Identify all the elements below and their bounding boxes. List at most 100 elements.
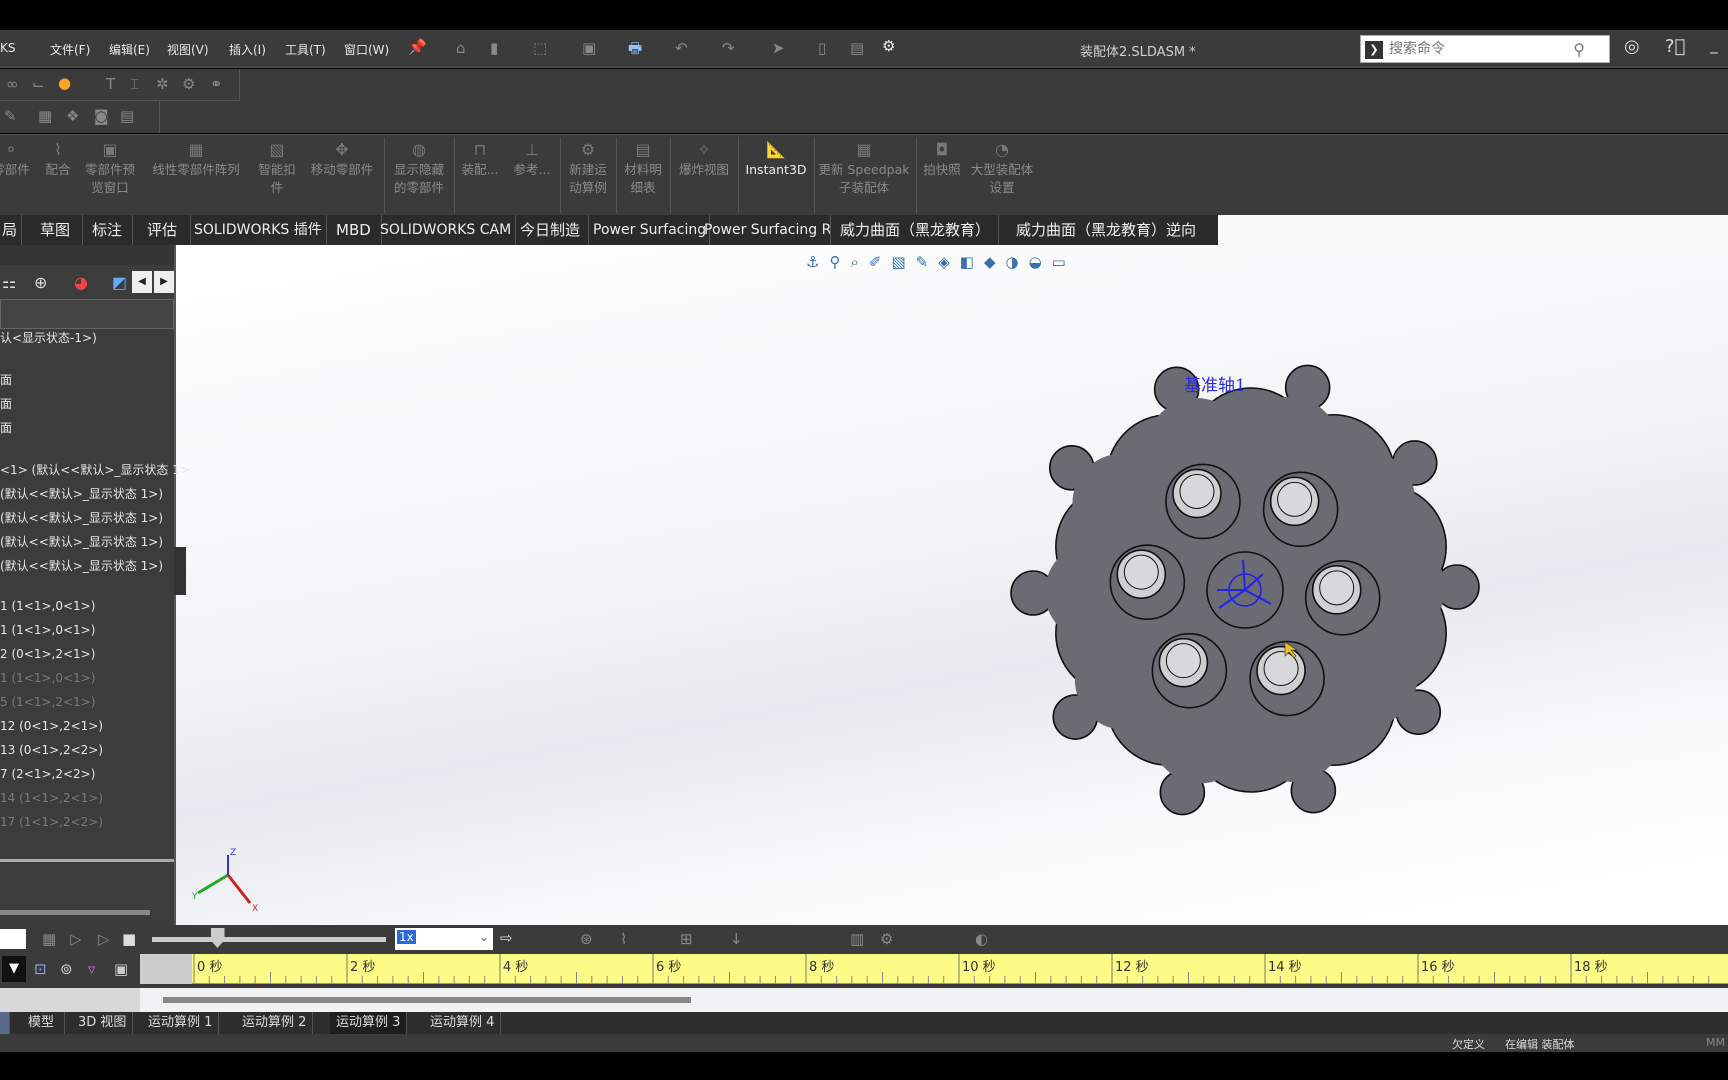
options-gear-icon[interactable]: ⚙ — [882, 37, 895, 55]
tree-item[interactable]: 1 (1<1>,0<1>) — [0, 623, 95, 637]
edit-icon[interactable]: ✎ — [4, 107, 17, 125]
results-icon[interactable]: ▥ — [850, 930, 864, 948]
tree-item[interactable]: (默认<<默认>_显示状态 1>) — [0, 485, 163, 502]
mate-button[interactable]: ⌇ 配合 — [42, 141, 74, 179]
tree-item[interactable]: <1> (默认<<默认>_显示状态 1> — [0, 461, 190, 478]
tab-motion-study-1[interactable]: 运动算例 1 — [142, 1012, 220, 1034]
select-icon[interactable]: ➤ — [772, 39, 785, 57]
help-icon[interactable]: ?⃝ — [1665, 36, 1685, 57]
user-account-icon[interactable]: ◎ — [1624, 36, 1640, 57]
tab-sketch[interactable]: 草图 — [28, 215, 84, 245]
take-snapshot-button[interactable]: ◘ 拍快照 — [920, 141, 964, 179]
cam-icon[interactable]: ⚙ — [182, 75, 195, 93]
tab-today-manufacturing[interactable]: 今日制造 — [512, 215, 590, 245]
menu-tools[interactable]: 工具(T) — [285, 41, 326, 58]
panel-collapse-handle[interactable] — [174, 547, 186, 595]
tab-model[interactable]: 模型 — [18, 1012, 66, 1034]
dimension-icon[interactable]: ⌶ — [130, 75, 139, 93]
tree-item[interactable]: (默认<<默认>_显示状态 1>) — [0, 533, 163, 550]
play-icon[interactable]: ▷ — [98, 930, 110, 948]
motor-icon[interactable]: ⊛ — [580, 930, 593, 948]
timeline-scrollbar[interactable] — [163, 997, 691, 1003]
tab-mbd[interactable]: MBD — [326, 215, 382, 245]
tree-item[interactable]: 12 (0<1>,2<1>) — [0, 719, 103, 733]
pin-icon[interactable]: 📌 — [408, 38, 427, 56]
timeline-ruler[interactable]: 0 秒 2 秒 4 秒 6 秒 8 秒 10 秒 12 秒 14 秒 16 秒 18 秒 — [192, 954, 1728, 984]
component-preview-button[interactable]: ▣ 零部件预览窗口 — [80, 141, 140, 197]
menu-window[interactable]: 窗口(W) — [344, 41, 389, 58]
tab-evaluate[interactable]: 评估 — [134, 215, 192, 245]
move-component-button[interactable]: ✥ 移动零部件 — [306, 141, 378, 179]
menu-file[interactable]: 文件(F) — [50, 41, 90, 58]
play-from-start-icon[interactable]: ▷ — [70, 930, 82, 948]
menu-insert[interactable]: 插入(I) — [229, 41, 266, 58]
tab-motion-study-4[interactable]: 运动算例 4 — [424, 1012, 502, 1034]
minimize-icon[interactable]: _ — [1710, 36, 1718, 54]
tree-item[interactable]: 13 (0<1>,2<2>) — [0, 743, 103, 757]
file-properties-icon[interactable]: ▤ — [850, 39, 864, 57]
filter-selected-icon[interactable]: ▿ — [88, 960, 96, 978]
filter-box[interactable] — [0, 299, 174, 329]
filter-results-icon[interactable]: ▣ — [114, 960, 128, 978]
panel-grip[interactable] — [0, 245, 174, 265]
insert-component-button[interactable]: ⚬零部件 — [0, 141, 36, 179]
search-icon[interactable]: ⚲ — [1573, 40, 1585, 59]
rebuild-icon[interactable]: ▯ — [818, 39, 826, 57]
feature-manager-tab[interactable]: ⚏ — [2, 273, 16, 292]
tree-item[interactable]: 面 — [0, 419, 12, 436]
tree-item[interactable]: 2 (0<1>,2<1>) — [0, 647, 95, 661]
print-icon[interactable]: 🖶 — [628, 38, 642, 63]
tree-item[interactable]: (默认<<默认>_显示状态 1>) — [0, 509, 163, 526]
menu-view[interactable]: 视图(V) — [167, 41, 209, 58]
tree-item[interactable]: 5 (1<1>,2<1>) — [0, 695, 95, 709]
slider-thumb[interactable] — [210, 928, 225, 948]
grid-icon[interactable]: ▦ — [38, 107, 52, 125]
horizontal-scrollbar[interactable] — [0, 910, 150, 915]
tab-solidworks-addins[interactable]: SOLIDWORKS 插件 — [190, 215, 327, 245]
dimxpert-tab[interactable]: ◩ — [112, 273, 127, 292]
link-icon[interactable]: ∞ — [6, 75, 19, 93]
gravity-icon[interactable]: ↓ — [730, 930, 743, 948]
instant3d-button[interactable]: 📐 Instant3D — [742, 141, 810, 179]
tab-motion-study-3[interactable]: 运动算例 3 — [330, 1012, 408, 1034]
tree-icon[interactable]: ⌙ — [32, 75, 45, 93]
tree-item[interactable]: 1 (1<1>,0<1>) — [0, 599, 95, 613]
spring-icon[interactable]: ⌇ — [620, 930, 627, 948]
save-animation-icon[interactable]: ⇨ — [500, 929, 513, 947]
display-manager-tab[interactable]: ◕ — [74, 273, 88, 292]
show-hidden-button[interactable]: ◍ 显示隐藏的零部件 — [390, 141, 448, 197]
tab-weili-surface[interactable]: 威力曲面（黑龙教育） — [832, 215, 1000, 245]
tab-3d-view[interactable]: 3D 视图 — [72, 1012, 134, 1034]
text-icon[interactable]: T — [106, 75, 115, 93]
tree-item[interactable]: 14 (1<1>,2<1>) — [0, 791, 103, 805]
filter-icon[interactable]: ▼ — [2, 956, 26, 982]
graphics-viewport[interactable]: ⚓⚲⌕✐▧✎◈◧◆◑◒▭ Y Z X 基准轴1 — [176, 245, 1728, 925]
search-input[interactable] — [1389, 39, 1569, 59]
tab-power-surfacing[interactable]: Power Surfacing — [590, 215, 711, 245]
stop-icon[interactable]: ■ — [122, 930, 136, 948]
large-assembly-settings-button[interactable]: ◔ 大型装配体设置 — [970, 141, 1034, 197]
tab-markup[interactable]: 标注 — [82, 215, 134, 245]
cylinder-icon[interactable]: ◙ — [94, 107, 109, 125]
playback-speed-select[interactable]: 1x ⌄ — [395, 928, 493, 950]
menu-edit[interactable]: 编辑(E) — [109, 41, 150, 58]
tab-motion-study-2[interactable]: 运动算例 2 — [236, 1012, 314, 1034]
panel-splitter[interactable] — [0, 859, 174, 862]
assembly-features-button[interactable]: ⊓ 装配... — [458, 141, 502, 179]
tree-item[interactable]: 7 (2<1>,2<2>) — [0, 767, 95, 781]
exploded-view-button[interactable]: ✧ 爆炸视图 — [674, 141, 734, 179]
study-properties-icon[interactable]: ⚙ — [880, 930, 893, 948]
belt-icon[interactable]: ⚭ — [210, 75, 223, 93]
assembly-model[interactable]: Y Z X — [176, 245, 1728, 925]
gear-mate-icon[interactable]: ✲ — [156, 75, 169, 93]
config-manager-tab[interactable]: ⊕ — [34, 273, 47, 292]
status-units[interactable]: MM — [1706, 1036, 1725, 1049]
contact-icon[interactable]: ⊞ — [680, 930, 693, 948]
filter-driving-icon[interactable]: ⊚ — [60, 960, 73, 978]
linear-pattern-button[interactable]: ▦ 线性零部件阵列 — [146, 141, 246, 179]
scroll-right-button[interactable]: ▶ — [154, 271, 174, 293]
smart-fasteners-button[interactable]: ▧ 智能扣件 — [254, 141, 300, 197]
tree-item[interactable]: 认<显示状态-1>) — [0, 329, 97, 346]
filter-animated-icon[interactable]: ⊡ — [34, 960, 47, 978]
undo-icon[interactable]: ↶ — [675, 39, 688, 57]
